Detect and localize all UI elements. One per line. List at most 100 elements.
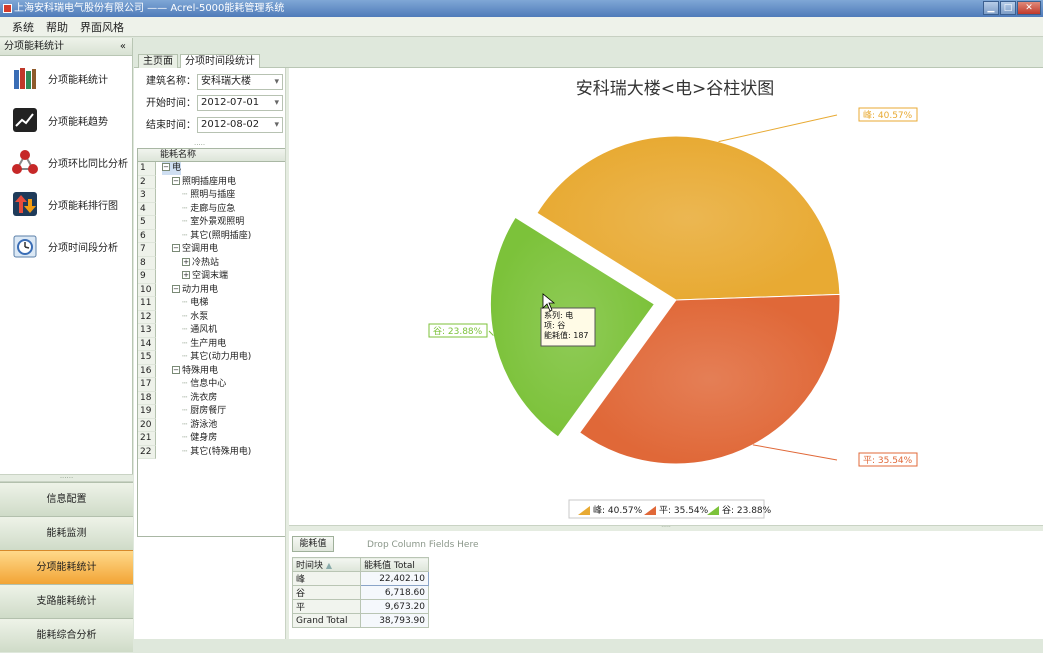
row-field-header[interactable]: 时间块 ▲ [292,557,361,572]
tree-node-label: 走廊与应急 [190,203,236,214]
tree-node-label: 电 [172,163,182,173]
tree-node[interactable]: ┄ 洗衣房 [182,392,217,405]
data-field-button[interactable]: 能耗值 [292,536,334,552]
accordion-info-config[interactable]: 信息配置 [0,482,133,516]
close-button[interactable]: ✕ [1017,1,1041,15]
nav-item-yoy-analysis[interactable]: 分项环比同比分析 [0,142,132,182]
tree-row[interactable]: 3 ┄ 照明与插座 [138,189,285,203]
tree-row[interactable]: 15 ┄ 其它(动力用电) [138,351,285,365]
tree-node[interactable]: ┄ 电梯 [182,297,208,310]
tree-row[interactable]: 13 ┄ 通风机 [138,324,285,338]
collapse-icon[interactable]: − [172,284,180,293]
tree-node[interactable]: ┄ 其它(照明插座) [182,230,251,243]
cell-value[interactable]: 38,793.90 [360,613,429,628]
tree-node[interactable]: ┄ 生产用电 [182,338,226,351]
tree-node[interactable]: − 电 [162,162,182,175]
accordion-comprehensive[interactable]: 能耗综合分析 [0,618,133,652]
tree-node[interactable]: ┄ 健身房 [182,432,217,445]
nav-item-energy-trend[interactable]: 分项能耗趋势 [0,100,132,140]
tree-node[interactable]: ┄ 通风机 [182,324,217,337]
nav-item-ranking[interactable]: 分项能耗排行图 [0,184,132,224]
tree-node[interactable]: − 空调用电 [172,243,218,256]
window-title: 上海安科瑞电气股份有限公司 —— Acrel-5000能耗管理系统 [14,3,285,14]
window-titlebar: 上海安科瑞电气股份有限公司 —— Acrel-5000能耗管理系统 ▁ □ ✕ [0,0,1043,17]
tree-node[interactable]: + 冷热站 [182,257,219,270]
tab-home[interactable]: 主页面 [138,54,178,69]
tree-node-label: 空调用电 [182,244,219,254]
tree-row[interactable]: 19 ┄ 厨房餐厅 [138,405,285,419]
accordion-branch-stats[interactable]: 支路能耗统计 [0,584,133,618]
nav-item-time-period[interactable]: 分项时间段分析 [0,226,132,266]
tree-node[interactable]: ┄ 室外景观照明 [182,216,244,229]
tree-node-label: 动力用电 [182,284,219,295]
tree-row[interactable]: 14 ┄ 生产用电 [138,337,285,351]
nav-item-energy-stats[interactable]: 分项能耗统计 [0,58,132,98]
collapse-icon[interactable]: − [162,163,170,171]
tree-node[interactable]: ┄ 走廊与应急 [182,203,235,216]
tree-node-label: 信息中心 [190,379,227,389]
tree-node[interactable]: ┄ 其它(动力用电) [182,351,251,364]
tree-row[interactable]: 2 − 照明插座用电 [138,175,285,189]
tree-row[interactable]: 6 ┄ 其它(照明插座) [138,229,285,243]
tree-row[interactable]: 22 ┄ 其它(特殊用电) [138,445,285,459]
collapse-pane-button[interactable]: « [120,38,126,56]
collapse-icon[interactable]: − [172,365,180,374]
expand-icon[interactable]: + [182,257,190,266]
menu-system[interactable]: 系统 [6,19,40,35]
callout-line [718,114,838,143]
cell-value[interactable]: 6,718.60 [360,585,429,600]
tree-node[interactable]: + 空调末端 [182,270,228,283]
tree-row[interactable]: 8 + 冷热站 [138,256,285,270]
maximize-button[interactable]: □ [1000,1,1016,15]
table-row: 峰 22,402.10 [292,571,429,586]
menu-skin[interactable]: 界面风格 [74,19,130,35]
callout-line [752,444,838,461]
row-number: 3 [138,189,156,203]
tree-node[interactable]: − 照明插座用电 [172,176,236,189]
accordion-energy-monitor[interactable]: 能耗监测 [0,516,133,550]
expand-icon[interactable]: + [182,271,190,279]
tree-row[interactable]: 4 ┄ 走廊与应急 [138,202,285,216]
tree-row[interactable]: 9 + 空调末端 [138,270,285,284]
collapse-icon[interactable]: − [172,176,180,185]
tree-row[interactable]: 7 − 空调用电 [138,243,285,257]
cell-value[interactable]: 9,673.20 [360,599,429,614]
row-label: 峰 [292,571,361,586]
tree-node[interactable]: − 特殊用电 [172,365,218,378]
cell-value[interactable]: 22,402.10 [360,571,429,586]
column-drop-zone[interactable]: Drop Column Fields Here [367,540,479,550]
tree-row[interactable]: 21 ┄ 健身房 [138,432,285,446]
tree-node[interactable]: − 动力用电 [172,284,218,297]
end-date-picker[interactable]: 2012-08-02 [197,117,283,133]
tree-row[interactable]: 18 ┄ 洗衣房 [138,391,285,405]
clock-calendar-icon [12,233,38,259]
tree-node[interactable]: ┄ 水泵 [182,311,208,324]
row-number: 15 [138,351,156,365]
tree-row[interactable]: 17 ┄ 信息中心 [138,378,285,392]
tooltip-line: 系列: 电 [544,310,573,320]
tree-row[interactable]: 5 ┄ 室外景观照明 [138,216,285,230]
tab-strip: 主页面 分项时间段统计 [134,52,1043,70]
tree-row[interactable]: 12 ┄ 水泵 [138,310,285,324]
collapse-icon[interactable]: − [172,244,180,252]
molecule-icon [12,149,38,175]
start-date-picker[interactable]: 2012-07-01 [197,95,283,111]
tree-node-label: 厨房餐厅 [190,406,227,416]
tree-row[interactable]: 20 ┄ 游泳池 [138,418,285,432]
minimize-button[interactable]: ▁ [983,1,999,15]
tree-node[interactable]: ┄ 照明与插座 [182,189,235,202]
left-pane-splitter[interactable]: ······ [0,474,133,482]
tree-row[interactable]: 16 − 特殊用电 [138,364,285,378]
tree-node[interactable]: ┄ 其它(特殊用电) [182,446,251,459]
tree-node[interactable]: ┄ 厨房餐厅 [182,405,226,418]
tree-row[interactable]: 11 ┄ 电梯 [138,297,285,311]
tree-row[interactable]: 10 − 动力用电 [138,283,285,297]
tree-node[interactable]: ┄ 游泳池 [182,419,217,432]
accordion-energy-stats[interactable]: 分项能耗统计 [0,550,133,584]
tree-node[interactable]: ┄ 信息中心 [182,378,226,391]
tree-node-label: 室外景观照明 [190,217,245,227]
chart-panel: 安科瑞大楼<电>谷柱状图 峰: 40.57% 平: 35.54% 谷: 23.88% 系… [289,68,1043,525]
building-select[interactable]: 安科瑞大楼 [197,74,283,90]
tree-row[interactable]: 1− 电 [138,162,285,176]
menu-help[interactable]: 帮助 [40,19,74,35]
